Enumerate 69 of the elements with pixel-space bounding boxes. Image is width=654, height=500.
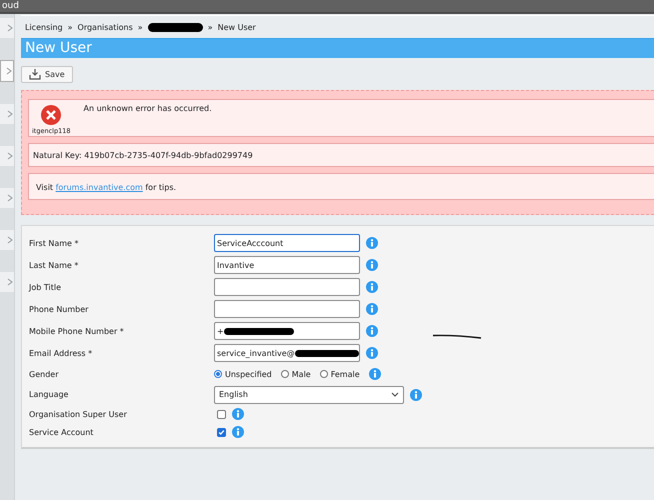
field-label: Language	[29, 390, 70, 399]
breadcrumb-link[interactable]: Licensing	[25, 22, 63, 32]
natural-key-text: Natural Key: 419b07cb-2735-407f-94db-9bfad0299749	[33, 151, 253, 160]
page-title: New User	[25, 40, 92, 56]
sidebar-tab[interactable]	[0, 230, 14, 250]
field-label: Organisation Super User	[29, 410, 128, 418]
save-button[interactable]: Save	[21, 66, 73, 83]
info-icon[interactable]	[410, 388, 422, 400]
info-icon[interactable]	[366, 325, 378, 337]
radio-button[interactable]	[214, 370, 222, 378]
radio-label: Male	[292, 370, 311, 378]
info-icon[interactable]	[366, 347, 378, 359]
chevron-icon	[7, 152, 13, 160]
sidebar-tab[interactable]	[0, 146, 14, 166]
info-icon[interactable]	[366, 259, 378, 271]
field-label: Email Address *	[29, 348, 94, 358]
sidebar-tab[interactable]	[0, 60, 14, 82]
info-icon[interactable]	[366, 303, 378, 315]
radio-label: Female	[330, 370, 360, 378]
text-field[interactable]	[214, 300, 360, 318]
sidebar-tab[interactable]	[0, 272, 14, 292]
chevron-icon	[7, 194, 13, 202]
checkbox[interactable]	[217, 428, 226, 436]
error-message: An unknown error has occurred.	[84, 103, 212, 113]
breadcrumb-link[interactable]: Organisations	[78, 22, 133, 32]
info-icon[interactable]	[368, 368, 381, 380]
text-field[interactable]: Invantive	[214, 256, 360, 274]
field-label: Mobile Phone Number *	[29, 326, 125, 336]
text-field[interactable]	[214, 278, 360, 296]
info-icon[interactable]	[366, 237, 378, 249]
chevron-icon	[6, 67, 12, 75]
field-label: Last Name *	[29, 260, 80, 270]
app-title: oud	[1, 0, 20, 12]
field-label: First Name *	[29, 238, 80, 248]
field-label: Phone Number	[29, 304, 90, 314]
text-field[interactable]: +	[214, 322, 360, 340]
text-field[interactable]: ServiceAcccount	[214, 234, 360, 252]
field-value: +	[217, 326, 224, 336]
radio-button[interactable]	[320, 370, 328, 378]
info-icon[interactable]	[366, 281, 378, 293]
pen-stroke	[432, 334, 482, 340]
sidebar-tab[interactable]	[0, 18, 14, 38]
checkbox[interactable]	[217, 410, 226, 418]
field-value: Invantive	[217, 260, 254, 270]
field-value: ServiceAcccount	[217, 238, 284, 248]
chevron-icon	[7, 24, 13, 32]
radio-button[interactable]	[280, 370, 289, 378]
caret-icon	[391, 392, 399, 397]
download-icon	[29, 69, 41, 80]
radio-label: Unspecified	[225, 370, 272, 378]
breadcrumb-separator: »	[208, 22, 213, 32]
tip-text: Visit forums.invantive.com for tips.	[36, 183, 176, 192]
breadcrumb-separator: »	[68, 22, 73, 32]
chevron-icon	[7, 236, 13, 244]
language-dropdown[interactable]: English	[214, 386, 404, 404]
field-label: Job Title	[29, 282, 62, 292]
breadcrumb-separator: »	[138, 22, 143, 32]
field-label: Service Account	[29, 428, 94, 436]
chevron-icon	[7, 278, 13, 286]
breadcrumb-link[interactable]: New User	[218, 22, 256, 32]
field-value: service_invantive@	[217, 348, 295, 358]
field-label: Gender	[29, 370, 60, 378]
text-field[interactable]: service_invantive@	[214, 344, 360, 362]
chevron-icon	[7, 110, 13, 118]
sidebar-tab[interactable]	[0, 104, 14, 124]
sidebar-tab[interactable]	[0, 188, 14, 208]
error-icon	[41, 105, 62, 125]
info-icon[interactable]	[232, 426, 244, 438]
info-icon[interactable]	[232, 408, 244, 420]
